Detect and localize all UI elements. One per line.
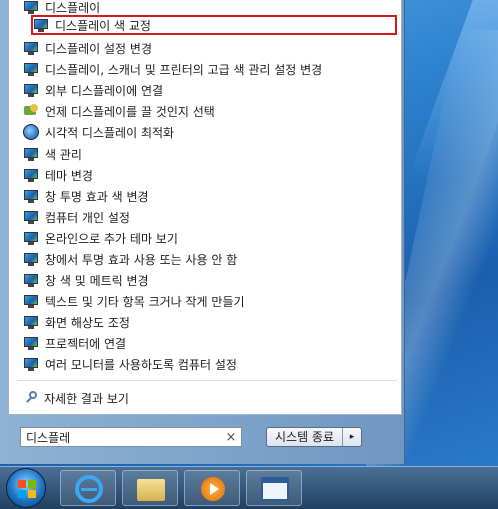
search-result-item[interactable]: 온라인으로 추가 테마 보기 — [23, 228, 395, 248]
taskbar-internet-explorer[interactable] — [60, 470, 116, 506]
search-result-item[interactable]: 화면 해상도 조정 — [23, 312, 395, 332]
search-result-item[interactable]: 언제 디스플레이를 끌 것인지 선택 — [23, 101, 395, 121]
result-label: 창 투명 효과 색 변경 — [45, 189, 149, 204]
result-label: 색 관리 — [45, 147, 82, 162]
result-label: 화면 해상도 조정 — [45, 315, 130, 330]
clear-search-icon[interactable]: × — [222, 430, 240, 445]
result-label: 디스플레이 색 교정 — [55, 18, 151, 33]
shutdown-button-group: 시스템 종료 ▸ — [266, 427, 363, 447]
search-result-item[interactable]: 디스플레이 설정 변경 — [23, 38, 395, 58]
result-label: 컴퓨터 개인 설정 — [45, 210, 130, 225]
monitor-icon — [23, 189, 39, 203]
result-label: 테마 변경 — [45, 168, 93, 183]
result-label: 창에서 투명 효과 사용 또는 사용 안 함 — [45, 252, 238, 267]
taskbar — [0, 466, 498, 509]
shutdown-button[interactable]: 시스템 종료 — [267, 428, 344, 446]
search-result-item[interactable]: 창에서 투명 효과 사용 또는 사용 안 함 — [23, 249, 395, 269]
start-button[interactable] — [6, 468, 46, 508]
search-result-item[interactable]: 창 투명 효과 색 변경 — [23, 186, 395, 206]
monitor-icon — [33, 18, 49, 32]
results-divider — [17, 380, 397, 381]
search-result-item[interactable]: 디스플레이, 스캐너 및 프린터의 고급 색 관리 설정 변경 — [23, 59, 395, 79]
monitor-icon — [23, 273, 39, 287]
window-icon — [261, 477, 289, 501]
folder-icon — [137, 479, 165, 501]
search-result-item[interactable]: 외부 디스플레이에 연결 — [23, 80, 395, 100]
search-result-item[interactable]: 컴퓨터 개인 설정 — [23, 207, 395, 227]
result-label: 디스플레이 — [45, 0, 101, 15]
see-more-results-link[interactable]: 자세한 결과 보기 — [25, 389, 129, 407]
result-label: 언제 디스플레이를 끌 것인지 선택 — [45, 104, 215, 119]
monitor-icon — [23, 315, 39, 329]
search-result-item-selected[interactable]: 디스플레이 색 교정 — [31, 15, 397, 35]
start-menu-results-panel: 디스플레이 디스플레이 색 교정 디스플레이 설정 변경 디스플레이, 스캐너 … — [8, 0, 402, 415]
result-label: 텍스트 및 기타 항목 크거나 작게 만들기 — [45, 294, 245, 309]
monitor-icon — [23, 0, 39, 14]
shutdown-options-arrow-icon[interactable]: ▸ — [343, 428, 361, 446]
monitor-icon — [23, 294, 39, 308]
search-result-item[interactable]: 색 관리 — [23, 144, 395, 164]
taskbar-windows-explorer[interactable] — [122, 470, 178, 506]
internet-explorer-icon — [75, 475, 103, 503]
search-result-item[interactable]: 창 색 및 메트릭 변경 — [23, 270, 395, 290]
search-result-item[interactable]: 프로젝터에 연결 — [23, 333, 395, 353]
result-label: 온라인으로 추가 테마 보기 — [45, 231, 178, 246]
monitor-icon — [23, 62, 39, 76]
result-label: 여러 모니터를 사용하도록 컴퓨터 설정 — [45, 357, 237, 372]
search-input[interactable] — [21, 430, 222, 444]
search-icon — [25, 391, 39, 405]
monitor-icon — [23, 168, 39, 182]
monitor-icon — [23, 336, 39, 350]
taskbar-media-player[interactable] — [184, 470, 240, 506]
search-result-item[interactable]: 테마 변경 — [23, 165, 395, 185]
result-label: 디스플레이 설정 변경 — [45, 41, 152, 56]
result-label: 시각적 디스플레이 최적화 — [45, 125, 175, 140]
result-label: 디스플레이, 스캐너 및 프린터의 고급 색 관리 설정 변경 — [45, 62, 323, 77]
power-options-icon — [23, 104, 39, 118]
search-result-item[interactable]: 여러 모니터를 사용하도록 컴퓨터 설정 — [23, 354, 395, 374]
search-result-item[interactable]: 텍스트 및 기타 항목 크거나 작게 만들기 — [23, 291, 395, 311]
see-more-label: 자세한 결과 보기 — [44, 391, 129, 406]
monitor-icon — [23, 357, 39, 371]
monitor-icon — [23, 252, 39, 266]
result-label: 프로젝터에 연결 — [45, 336, 127, 351]
media-player-icon — [201, 477, 225, 501]
monitor-icon — [23, 210, 39, 224]
monitor-icon — [23, 83, 39, 97]
windows-logo-icon — [18, 480, 36, 498]
result-label: 외부 디스플레이에 연결 — [45, 83, 164, 98]
search-result-item[interactable]: 시각적 디스플레이 최적화 — [23, 122, 395, 142]
monitor-icon — [23, 231, 39, 245]
ease-of-access-icon — [23, 124, 39, 140]
start-menu: 디스플레이 디스플레이 색 교정 디스플레이 설정 변경 디스플레이, 스캐너 … — [0, 0, 405, 464]
monitor-icon — [23, 147, 39, 161]
monitor-icon — [23, 41, 39, 55]
result-label: 창 색 및 메트릭 변경 — [45, 273, 149, 288]
taskbar-window[interactable] — [246, 470, 302, 506]
wallpaper-light-streak — [407, 0, 498, 180]
start-search-box[interactable]: × — [20, 427, 242, 447]
